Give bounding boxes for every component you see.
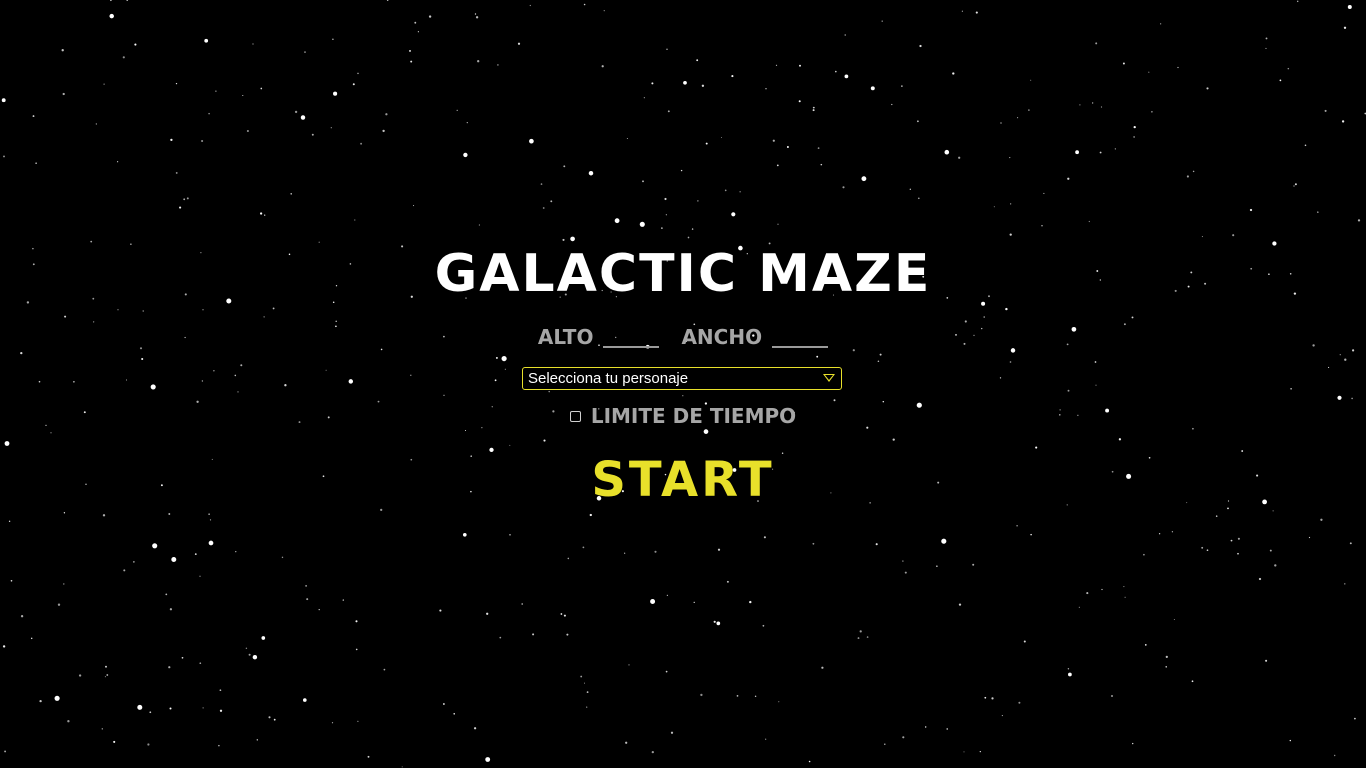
- game-title: GALACTIC MAZE: [434, 244, 932, 304]
- ancho-group: ANCHO: [681, 324, 829, 350]
- start-button[interactable]: START: [0, 452, 1366, 508]
- chevron-down-icon: [823, 374, 835, 382]
- alto-label: ALTO: [537, 325, 594, 349]
- time-limit-label: LIMITE DE TIEMPO: [590, 404, 797, 428]
- time-limit-option[interactable]: LIMITE DE TIEMPO: [0, 403, 1366, 429]
- main-menu: GALACTIC MAZE ALTO ANCHO Selecciona tu p…: [0, 0, 1366, 768]
- alto-group: ALTO: [538, 324, 660, 350]
- character-select[interactable]: Selecciona tu personaje: [522, 367, 842, 390]
- ancho-label: ANCHO: [681, 325, 763, 349]
- time-limit-checkbox[interactable]: [569, 410, 581, 422]
- alto-input[interactable]: [603, 324, 660, 348]
- character-select-value: Selecciona tu personaje: [528, 370, 689, 387]
- dimension-settings: ALTO ANCHO: [0, 324, 1366, 350]
- ancho-input[interactable]: [772, 324, 829, 348]
